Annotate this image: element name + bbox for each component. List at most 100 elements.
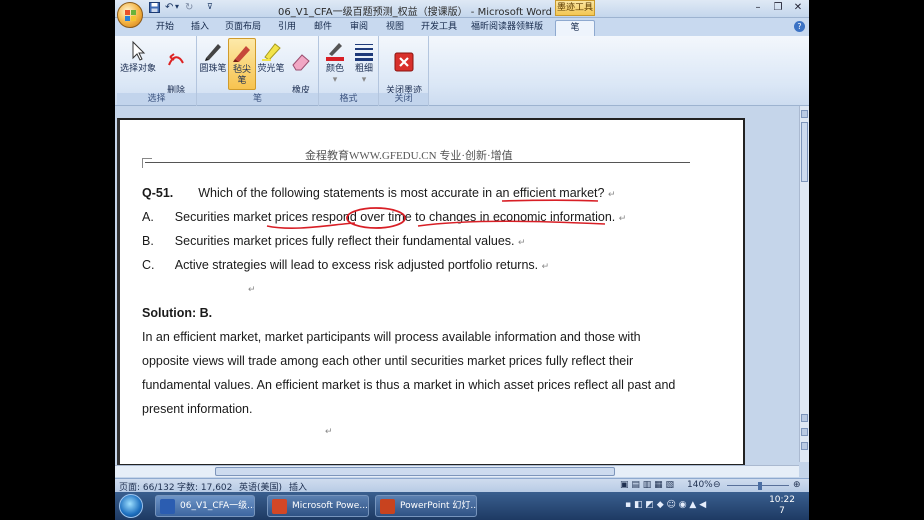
option-c-text: Active strategies will lead to excess ri…	[174, 258, 539, 272]
question-line: Q-51. Which of the following statements …	[142, 186, 616, 200]
task-word-label: 06_V1_CFA一级...	[180, 501, 255, 511]
tab-review[interactable]: 审阅	[347, 20, 371, 36]
zoom-level[interactable]: 140%	[687, 480, 713, 490]
tab-insert[interactable]: 插入	[188, 20, 212, 36]
restore-button[interactable]: ❐	[768, 1, 788, 15]
task-powerpoint-slideshow[interactable]: PowerPoint 幻灯...	[375, 495, 477, 517]
tab-references[interactable]: 引用	[275, 20, 299, 36]
tab-view[interactable]: 视图	[383, 20, 407, 36]
color-label: 颜色	[325, 64, 344, 74]
tab-foxit-reader[interactable]: 福昕阅读器领鲜版	[471, 20, 543, 36]
option-c-label: C.	[142, 258, 155, 272]
ribbon: 选择对象 删除 所有墨迹 选择 圆珠笔 毡尖笔 荧光笔	[115, 36, 809, 107]
system-tray-icons[interactable]: ▪ ◧ ◩ ◆ ☺ ◉ ▲ ◀	[625, 500, 745, 512]
highlighter-label: 荧光笔	[257, 64, 285, 74]
felt-tip-pen-icon	[233, 46, 250, 62]
group-select-label: 选择	[117, 93, 196, 105]
status-bar: 页面: 66/132 字数: 17,602 英语(美国) 插入 ▣ ▤ ▥ ▦ …	[115, 478, 809, 493]
tab-pens[interactable]: 笔	[555, 20, 595, 36]
ballpoint-pen-button[interactable]: 圆珠笔	[199, 38, 227, 75]
task-powerpoint-label: Microsoft Powe...	[292, 501, 368, 511]
slideshow-icon	[380, 499, 395, 514]
felt-tip-pen-button[interactable]: 毡尖笔	[228, 38, 256, 90]
thickness-label: 粗细	[354, 64, 373, 74]
h-scroll-thumb[interactable]	[215, 467, 615, 476]
powerpoint-icon	[272, 499, 287, 514]
question-label: Q-51.	[142, 186, 174, 200]
start-button[interactable]	[119, 494, 143, 518]
word-icon	[160, 499, 175, 514]
group-select: 选择对象 删除 所有墨迹 选择	[117, 36, 197, 107]
horizontal-scrollbar[interactable]	[115, 465, 799, 477]
group-close: 关闭墨迹 书写工具 关闭	[379, 36, 429, 107]
next-page-button[interactable]	[801, 442, 808, 450]
title-bar: ↶ ▾ ↻ ⊽ 06_V1_CFA一级百题预测_权益（搜课版） - Micros…	[115, 0, 809, 18]
option-a-label: A.	[142, 210, 154, 224]
close-red-x-icon	[394, 52, 414, 72]
margin-corner-mark	[142, 158, 152, 168]
group-format-label: 格式	[319, 93, 378, 105]
zoom-slider-thumb[interactable]	[758, 482, 762, 490]
office-logo-icon	[125, 10, 136, 21]
view-buttons[interactable]: ▣ ▤ ▥ ▦ ▧	[620, 480, 674, 490]
customize-qat-icon[interactable]: ⊽	[207, 2, 213, 15]
felt-tip-pen-label: 毡尖笔	[232, 65, 251, 86]
color-button[interactable]: 颜色 ▾	[321, 38, 349, 86]
context-tab-ink-tools: 墨迹工具	[555, 0, 595, 16]
task-word-document[interactable]: 06_V1_CFA一级...	[155, 495, 255, 517]
solution-label: Solution: B.	[142, 306, 213, 320]
window-title: 06_V1_CFA一级百题预测_权益（搜课版） - Microsoft Word	[278, 7, 552, 18]
page-header: 金程教育WWW.GFEDU.CN 专业·创新·增值	[305, 150, 513, 162]
document-page[interactable]: 金程教育WWW.GFEDU.CN 专业·创新·增值 Q-51. Which of…	[117, 118, 745, 466]
group-pen-label: 笔	[197, 93, 318, 105]
select-objects-button[interactable]: 选择对象	[119, 38, 157, 75]
option-b-label: B.	[142, 234, 154, 248]
vertical-scrollbar[interactable]	[799, 106, 809, 462]
highlighter-icon	[262, 43, 281, 61]
word-window: ↶ ▾ ↻ ⊽ 06_V1_CFA一级百题预测_权益（搜课版） - Micros…	[115, 0, 809, 520]
tab-page-layout[interactable]: 页面布局	[223, 20, 263, 36]
highlighter-button[interactable]: 荧光笔	[257, 38, 285, 75]
option-b-text: Securities market prices fully reflect t…	[174, 234, 515, 248]
help-icon[interactable]: ?	[794, 21, 805, 32]
solution-line-3: fundamental values. An efficient market …	[142, 378, 676, 392]
group-close-label: 关闭	[379, 93, 428, 105]
erase-ink-icon	[168, 53, 184, 66]
line-thickness-icon	[355, 44, 373, 61]
ballpoint-pen-icon	[205, 44, 221, 61]
scroll-up-button[interactable]	[801, 110, 808, 118]
task-powerpoint[interactable]: Microsoft Powe...	[267, 495, 369, 517]
task-slideshow-label: PowerPoint 幻灯...	[400, 501, 477, 511]
thickness-button[interactable]: 粗细 ▾	[350, 38, 378, 86]
prev-page-button[interactable]	[801, 414, 808, 422]
zoom-in-icon[interactable]: ⊕	[793, 480, 801, 490]
office-button[interactable]	[117, 2, 143, 28]
scroll-thumb[interactable]	[801, 122, 808, 182]
clock[interactable]: 10:22 7	[769, 495, 795, 517]
minimize-button[interactable]: –	[748, 1, 768, 15]
undo-icon[interactable]: ↶	[165, 2, 173, 15]
option-a-text: Securities market prices respond over ti…	[174, 210, 616, 224]
clock-time: 10:22	[769, 495, 795, 505]
group-pen: 圆珠笔 毡尖笔 荧光笔 橡皮 擦 笔	[197, 36, 319, 107]
close-button[interactable]: ✕	[788, 1, 808, 15]
undo-dropdown-icon[interactable]: ▾	[175, 2, 179, 15]
tab-developer[interactable]: 开发工具	[419, 20, 459, 36]
browse-object-button[interactable]	[801, 428, 808, 436]
tab-mailings[interactable]: 邮件	[311, 20, 335, 36]
select-objects-label: 选择对象	[119, 64, 156, 74]
option-a: A. Securities market prices respond over…	[142, 210, 627, 224]
save-icon[interactable]	[149, 2, 160, 15]
ballpoint-pen-label: 圆珠笔	[199, 64, 227, 74]
option-c: C. Active strategies will lead to excess…	[142, 258, 550, 272]
clock-date: 7	[779, 506, 785, 516]
cursor-arrow-icon	[132, 40, 146, 61]
pen-color-icon	[326, 43, 344, 61]
zoom-out-icon[interactable]: ⊖	[713, 480, 721, 490]
tab-home[interactable]: 开始	[153, 20, 177, 36]
taskbar: 06_V1_CFA一级... Microsoft Powe... PowerPo…	[115, 492, 809, 520]
option-b: B. Securities market prices fully reflec…	[142, 234, 526, 248]
ribbon-tabs: 开始 插入 页面布局 引用 邮件 审阅 视图 开发工具 福昕阅读器领鲜版 笔 ?	[115, 18, 809, 36]
redo-icon[interactable]: ↻	[185, 2, 193, 15]
solution-line-4: present information.	[142, 402, 253, 416]
